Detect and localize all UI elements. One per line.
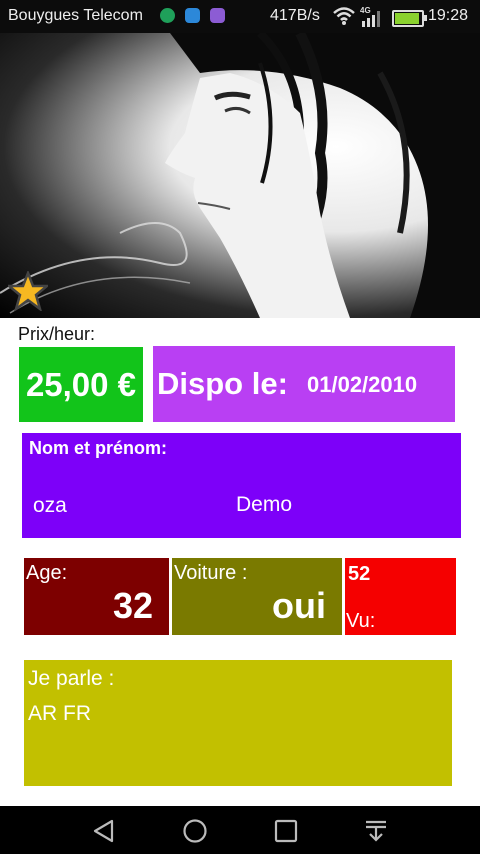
languages-value: AR FR (28, 702, 91, 725)
last-name: Demo (236, 493, 293, 516)
car-value: oui (272, 585, 326, 626)
home-icon[interactable] (182, 818, 208, 844)
profile-illustration (0, 33, 480, 318)
views-count: 52 (348, 563, 371, 585)
availability-date: 01/02/2010 (307, 372, 418, 397)
battery-icon (392, 10, 427, 27)
first-name: oza (33, 494, 67, 517)
app-notification-icon (210, 8, 225, 23)
app-notification-icon (160, 8, 175, 23)
price-label: Prix/heur: (18, 324, 96, 344)
signal-icon: 4G (360, 6, 380, 27)
age-box: Age: 32 (24, 558, 169, 635)
network-speed: 417B/s (270, 7, 320, 24)
name-label: Nom et prénom: (29, 438, 168, 458)
name-box: Nom et prénom: oza Demo (22, 433, 461, 538)
clock: 19:28 (428, 7, 469, 24)
wifi-icon (333, 7, 355, 25)
languages-label: Je parle : (28, 667, 115, 690)
carrier-name: Bouygues Telecom (8, 7, 143, 24)
recents-icon[interactable] (273, 818, 299, 844)
languages-box: Je parle : AR FR (24, 660, 452, 786)
profile-photo (0, 33, 480, 318)
age-label: Age: (26, 562, 68, 584)
car-box: Voiture : oui (172, 558, 342, 635)
status-bar: Bouygues Telecom 417B/s 4G 19:28 (0, 0, 480, 33)
back-icon[interactable] (91, 818, 117, 844)
views-label: Vu: (346, 610, 376, 632)
car-label: Voiture : (174, 562, 248, 584)
notification-pull-icon[interactable] (363, 818, 389, 844)
price-value: 25,00 € (19, 347, 143, 422)
app-notification-icon (185, 8, 200, 23)
availability-box: Dispo le: 01/02/2010 (153, 346, 455, 422)
views-box: 52 Vu: (345, 558, 456, 635)
network-type: 4G (360, 6, 371, 15)
navigation-bar (0, 806, 480, 854)
star-empty-icon (8, 271, 48, 311)
availability-label: Dispo le: (157, 366, 288, 401)
age-value: 32 (112, 585, 153, 626)
